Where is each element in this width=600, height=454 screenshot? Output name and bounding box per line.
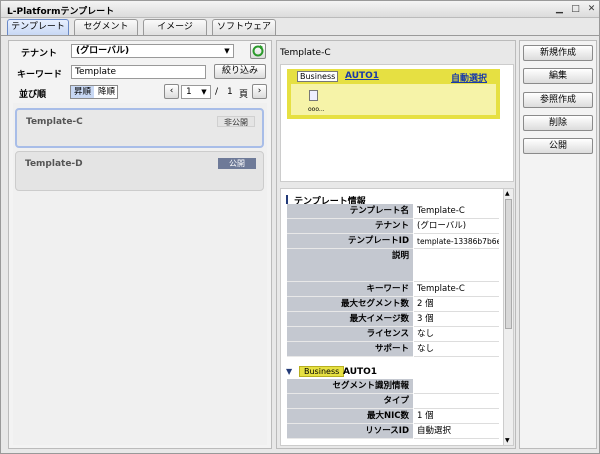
table-row: リソースID 自動選択 — [287, 424, 499, 439]
segment-body — [287, 84, 500, 119]
table-row: キーワード Template-C — [287, 282, 499, 297]
scrollbar-thumb[interactable] — [505, 199, 512, 329]
tab-segment[interactable]: セグメント — [74, 19, 138, 35]
table-row: 最大NIC数 1 個 — [287, 409, 499, 424]
app-window: L-Platformテンプレート ▁ □ ✕ テンプレート セグメント イメージ… — [0, 0, 600, 454]
list-item[interactable]: Template-D 公開 — [15, 151, 264, 191]
tenant-select[interactable]: (グローバル) ▼ — [71, 44, 234, 58]
chevron-left-icon: ‹ — [169, 86, 174, 96]
expand-triangle-icon[interactable]: ▼ — [286, 367, 292, 376]
sort-toggle: 昇順 降順 — [70, 85, 118, 99]
server-label: ooo... — [308, 106, 325, 113]
table-row: テンプレートID template-13386b7b6e4 — [287, 234, 499, 249]
chevron-down-icon: ▼ — [224, 47, 230, 55]
tab-software[interactable]: ソフトウェア — [212, 19, 276, 35]
filter-button[interactable]: 絞り込み — [214, 64, 266, 79]
maximize-icon[interactable]: □ — [570, 4, 581, 15]
tenant-value: (グローバル) — [76, 46, 130, 56]
segment-name-link[interactable]: AUTO1 — [345, 71, 379, 81]
tab-divider — [1, 35, 599, 36]
chevron-right-icon: › — [257, 86, 262, 96]
new-button[interactable]: 新規作成 — [523, 45, 593, 61]
segment-box: Business AUTO1 自動選択 ooo... — [287, 69, 500, 119]
window-title: L-Platformテンプレート — [7, 7, 115, 17]
table-row: タイプ — [287, 394, 499, 409]
refresh-button[interactable] — [250, 43, 266, 59]
publish-button[interactable]: 公開 — [523, 138, 593, 154]
close-icon[interactable]: ✕ — [586, 4, 597, 15]
page-separator: / — [215, 87, 219, 97]
keyword-label: キーワード — [17, 70, 63, 80]
scroll-up-icon[interactable]: ▲ — [505, 190, 510, 197]
status-badge: 公開 — [218, 158, 256, 169]
template-list-panel: テナント (グローバル) ▼ キーワード Template 絞り込み 並び順 昇… — [8, 40, 272, 449]
sort-label: 並び順 — [19, 90, 47, 100]
tab-bar: テンプレート セグメント イメージ ソフトウェア — [1, 18, 599, 36]
table-row: セグメント識別情報 — [287, 379, 499, 394]
tab-image[interactable]: イメージ — [143, 19, 207, 35]
page-unit: 頁 — [239, 90, 249, 100]
preview-canvas: Business AUTO1 自動選択 ooo... — [280, 64, 514, 182]
segment-tag: Business — [297, 71, 339, 82]
template-name: Template-D — [25, 159, 83, 169]
page-current: 1 — [186, 87, 192, 97]
page-total: 1 — [227, 87, 233, 97]
section-marker — [286, 195, 288, 204]
preview-title: Template-C — [280, 48, 331, 58]
scrollbar[interactable]: ▲ ▼ — [503, 189, 513, 445]
minimize-icon[interactable]: ▁ — [554, 4, 565, 15]
refresh-icon — [252, 45, 264, 57]
sort-asc-button[interactable]: 昇順 — [71, 86, 94, 98]
table-row: ライセンス なし — [287, 327, 499, 342]
tab-template[interactable]: テンプレート — [7, 19, 69, 35]
page-select[interactable]: 1 ▼ — [181, 85, 211, 99]
keyword-input[interactable]: Template — [71, 65, 206, 79]
template-name: Template-C — [26, 117, 83, 127]
segment-name: AUTO1 — [343, 367, 378, 377]
table-row: テナント (グローバル) — [287, 219, 499, 234]
copy-create-button[interactable]: 参照作成 — [523, 92, 593, 108]
auto-select-link[interactable]: 自動選択 — [451, 71, 487, 84]
info-panel: テンプレート情報 テンプレート名 Template-C テナント (グローバル) テ… — [280, 188, 514, 446]
edit-button[interactable]: 編集 — [523, 68, 593, 84]
chevron-down-icon: ▼ — [201, 88, 207, 96]
table-row: サポート なし — [287, 342, 499, 357]
delete-button[interactable]: 削除 — [523, 115, 593, 131]
server-icon[interactable] — [309, 90, 318, 101]
tenant-label: テナント — [21, 49, 58, 59]
list-item[interactable]: Template-C 非公開 — [15, 108, 264, 148]
table-row: テンプレート名 Template-C — [287, 204, 499, 219]
prev-page-button[interactable]: ‹ — [164, 84, 179, 99]
status-badge: 非公開 — [217, 116, 255, 127]
sort-desc-button[interactable]: 降順 — [95, 86, 118, 98]
next-page-button[interactable]: › — [252, 84, 267, 99]
table-row: 最大イメージ数 3 個 — [287, 312, 499, 327]
scroll-down-icon[interactable]: ▼ — [505, 437, 510, 444]
title-bar: L-Platformテンプレート ▁ □ ✕ — [1, 1, 599, 18]
table-row: 最大セグメント数 2 個 — [287, 297, 499, 312]
detail-panel: Template-C Business AUTO1 自動選択 ooo... テン… — [276, 40, 516, 449]
table-row: 説明 — [287, 249, 499, 282]
segment-tag: Business — [299, 366, 345, 377]
